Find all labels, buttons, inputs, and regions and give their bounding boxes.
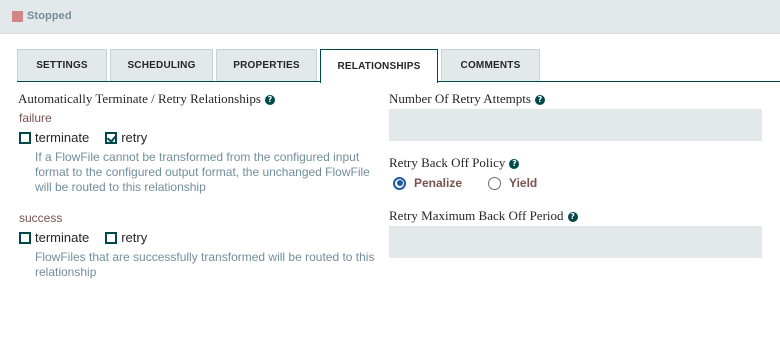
status-label: Stopped [27, 10, 72, 22]
penalize-radio[interactable] [393, 176, 406, 190]
retry-max-period-label: Retry Maximum Back Off Period? [389, 208, 578, 224]
retry-attempts-input[interactable] [389, 109, 762, 141]
retry-policy-label: Retry Back Off Policy? [389, 155, 520, 171]
help-icon[interactable]: ? [509, 159, 520, 169]
failure-options: terminate retry [19, 130, 163, 145]
tab-relationships[interactable]: RELATIONSHIPS [320, 49, 438, 83]
success-terminate-label: terminate [35, 230, 90, 245]
help-icon[interactable]: ? [567, 212, 578, 222]
success-terminate-checkbox[interactable] [19, 231, 31, 244]
yield-radio[interactable] [488, 176, 502, 190]
help-icon[interactable]: ? [534, 95, 545, 105]
failure-retry-label: retry [121, 130, 148, 145]
failure-description: If a FlowFile cannot be transformed from… [35, 150, 370, 194]
help-icon[interactable]: ? [264, 95, 275, 105]
tab-settings[interactable]: SETTINGS [17, 49, 107, 81]
failure-terminate-label: terminate [35, 130, 90, 145]
tab-comments[interactable]: COMMENTS [441, 49, 540, 81]
success-description: FlowFiles that are successfully transfor… [35, 250, 375, 279]
relationship-name-success: success [19, 211, 63, 225]
relationship-name-failure: failure [19, 111, 52, 125]
success-options: terminate retry [19, 230, 163, 245]
config-tabs: SETTINGS SCHEDULING PROPERTIES RELATIONS… [17, 49, 543, 83]
processor-header: Stopped [0, 0, 780, 34]
success-retry-checkbox[interactable] [105, 231, 118, 244]
failure-retry-checkbox[interactable] [105, 131, 118, 144]
retry-max-period-input[interactable] [389, 226, 762, 258]
relationships-heading: Automatically Terminate / Retry Relation… [18, 91, 275, 107]
stopped-icon [12, 10, 23, 22]
penalize-label: Penalize [414, 176, 463, 190]
yield-label: Yield [509, 176, 538, 190]
tab-scheduling[interactable]: SCHEDULING [110, 49, 213, 81]
tab-properties[interactable]: PROPERTIES [216, 49, 317, 81]
retry-attempts-label: Number Of Retry Attempts? [389, 91, 545, 107]
retry-policy-options: Penalize Yield [393, 176, 563, 190]
failure-terminate-checkbox[interactable] [19, 131, 31, 144]
success-retry-label: retry [121, 230, 148, 245]
run-status: Stopped [12, 10, 72, 22]
